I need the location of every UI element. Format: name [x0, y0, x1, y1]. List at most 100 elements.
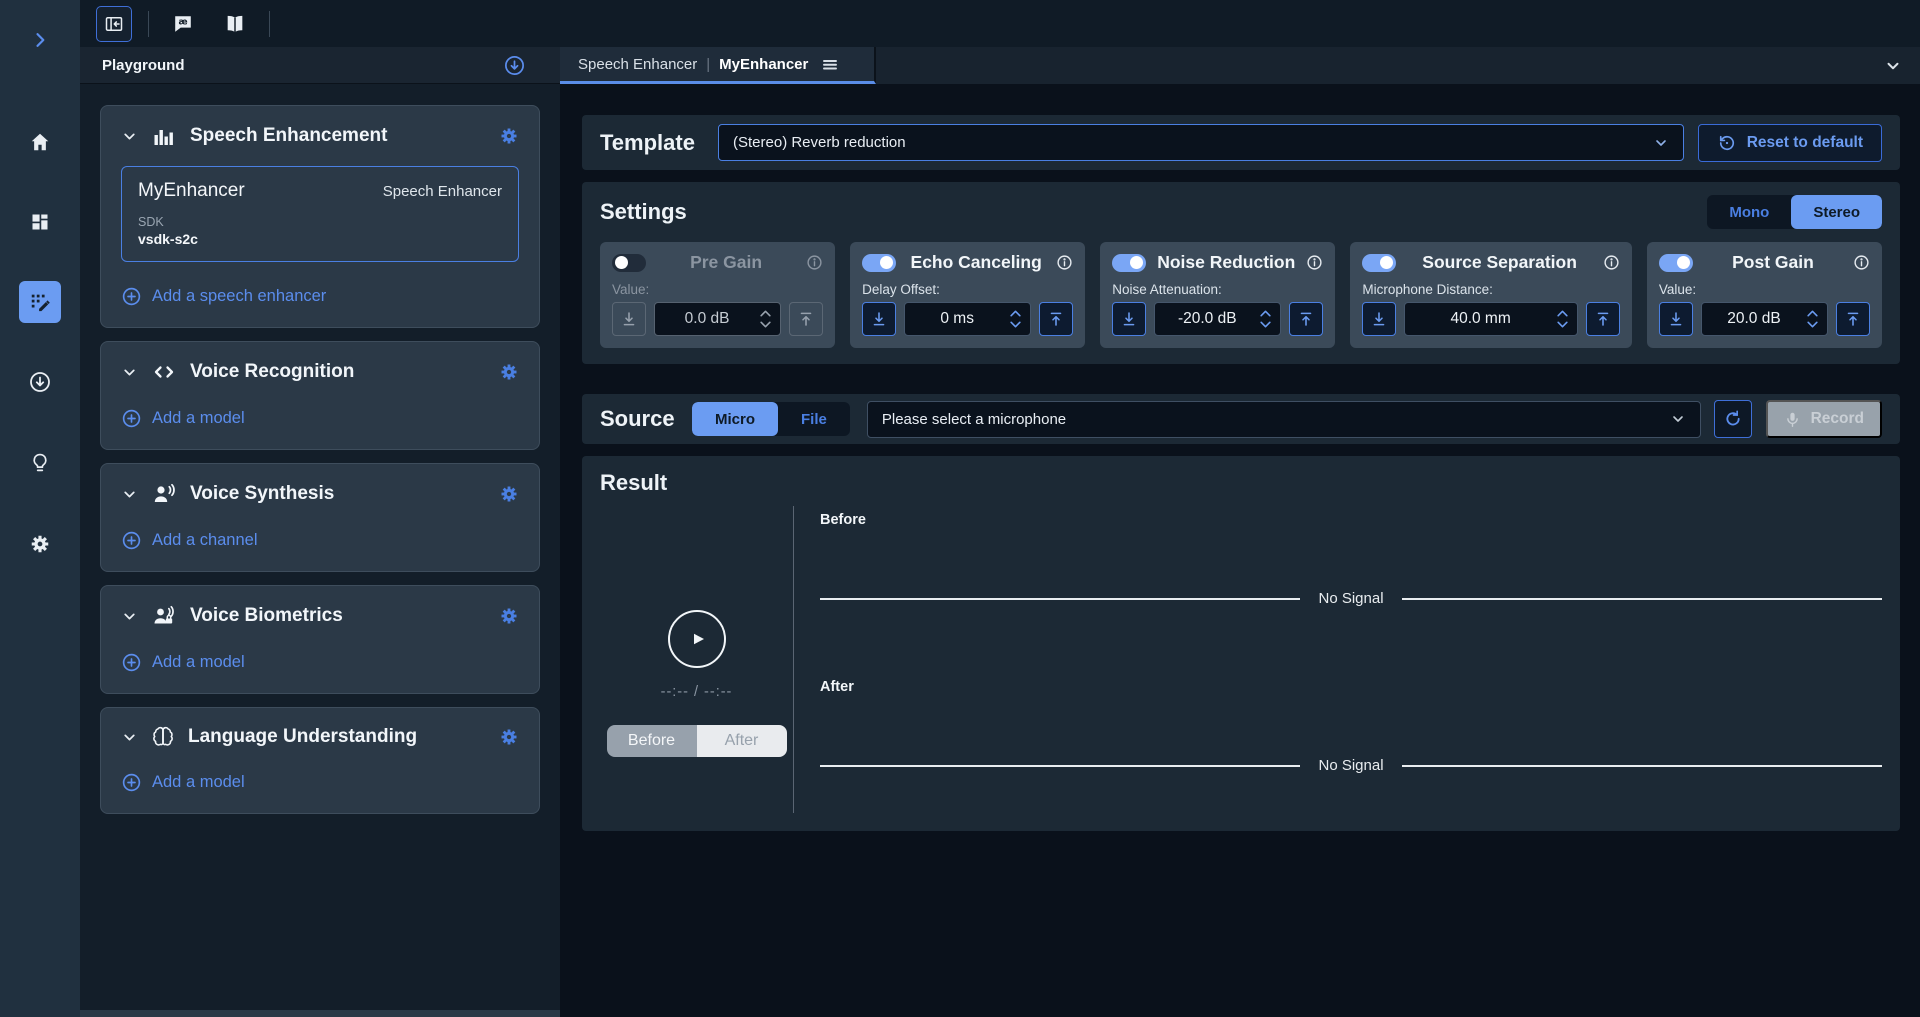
play-icon: [685, 627, 709, 651]
stepper[interactable]: [1259, 309, 1272, 329]
info-icon[interactable]: [806, 254, 823, 271]
section-voice-synthesis: Voice Synthesis Add a channel: [100, 463, 540, 572]
section-header[interactable]: Voice Recognition: [121, 360, 519, 384]
phonetics-button[interactable]: æ: [165, 6, 201, 42]
person-speaking-icon: [152, 482, 176, 506]
section-header[interactable]: Voice Biometrics: [121, 604, 519, 628]
chevron-down-icon[interactable]: [121, 486, 138, 503]
mono-button[interactable]: Mono: [1707, 195, 1791, 229]
add-model-link[interactable]: Add a model: [121, 408, 519, 429]
info-icon[interactable]: [1306, 254, 1323, 271]
set-min-button[interactable]: [612, 302, 646, 336]
set-min-button[interactable]: [862, 302, 896, 336]
rail-item-settings[interactable]: [19, 523, 61, 565]
record-button[interactable]: Record: [1766, 400, 1882, 438]
plus-circle-icon: [121, 772, 142, 793]
pre-gain-toggle[interactable]: [612, 254, 646, 272]
tab-name-label: MyEnhancer: [719, 56, 808, 73]
value-input[interactable]: -20.0 dB: [1154, 302, 1281, 336]
section-voice-recognition: Voice Recognition Add a model: [100, 341, 540, 450]
section-header[interactable]: Speech Enhancement: [121, 124, 519, 148]
setting-param-label: Noise Attenuation:: [1112, 282, 1323, 297]
file-button[interactable]: File: [778, 402, 850, 436]
set-min-button[interactable]: [1362, 302, 1396, 336]
tab-myenhancer[interactable]: Speech Enhancer | MyEnhancer: [560, 47, 876, 84]
value-input[interactable]: 0.0 dB: [654, 302, 781, 336]
section-gear-icon[interactable]: [499, 727, 519, 747]
section-gear-icon[interactable]: [499, 484, 519, 504]
enhancer-card-myenhancer[interactable]: MyEnhancer Speech Enhancer SDK vsdk-s2c: [121, 166, 519, 262]
add-link-label: Add a channel: [152, 531, 258, 550]
play-button[interactable]: [668, 610, 726, 668]
value-input[interactable]: 0 ms: [904, 302, 1031, 336]
waveform-line: [820, 598, 1300, 600]
template-select[interactable]: (Stereo) Reverb reduction: [718, 124, 1684, 161]
section-gear-icon[interactable]: [499, 606, 519, 626]
add-model-link[interactable]: Add a model: [121, 772, 519, 793]
download-circle-icon: [28, 370, 52, 394]
hamburger-menu-icon[interactable]: [821, 55, 839, 73]
chevron-down-icon[interactable]: [121, 608, 138, 625]
after-button[interactable]: After: [697, 725, 787, 757]
section-gear-icon[interactable]: [499, 126, 519, 146]
set-min-button[interactable]: [1112, 302, 1146, 336]
microphone-select[interactable]: Please select a microphone: [867, 401, 1701, 438]
value-input[interactable]: 40.0 mm: [1404, 302, 1578, 336]
info-icon[interactable]: [1853, 254, 1870, 271]
add-model-link[interactable]: Add a model: [121, 652, 519, 673]
tab-overflow-chevron-icon[interactable]: [1884, 57, 1902, 75]
set-max-button[interactable]: [1586, 302, 1620, 336]
section-header[interactable]: Language Understanding: [121, 726, 519, 748]
result-panel: Result --:-- / --:-- Before After Before: [582, 456, 1900, 831]
playground-export-button[interactable]: [503, 54, 526, 77]
reset-to-default-button[interactable]: Reset to default: [1698, 124, 1882, 162]
lightbulb-icon: [29, 452, 51, 474]
noise-reduction-toggle[interactable]: [1112, 254, 1146, 272]
rail-item-help[interactable]: [19, 442, 61, 484]
code-brackets-icon: [152, 360, 176, 384]
stereo-button[interactable]: Stereo: [1791, 195, 1882, 229]
source-separation-toggle[interactable]: [1362, 254, 1396, 272]
tab-bar: Speech Enhancer | MyEnhancer: [560, 47, 1920, 84]
plus-circle-icon: [121, 286, 142, 307]
refresh-devices-button[interactable]: [1714, 400, 1752, 438]
rail-item-download[interactable]: [19, 361, 61, 403]
info-icon[interactable]: [1603, 254, 1620, 271]
stepper[interactable]: [1806, 309, 1819, 329]
set-min-button[interactable]: [1659, 302, 1693, 336]
documentation-button[interactable]: [217, 6, 253, 42]
section-gear-icon[interactable]: [499, 362, 519, 382]
set-max-button[interactable]: [789, 302, 823, 336]
setting-param-label: Delay Offset:: [862, 282, 1073, 297]
section-header[interactable]: Voice Synthesis: [121, 482, 519, 506]
add-speech-enhancer-link[interactable]: Add a speech enhancer: [121, 286, 519, 307]
set-max-button[interactable]: [1289, 302, 1323, 336]
record-label: Record: [1811, 410, 1864, 428]
echo-canceling-toggle[interactable]: [862, 254, 896, 272]
before-button[interactable]: Before: [607, 725, 697, 757]
set-max-button[interactable]: [1836, 302, 1870, 336]
before-waveform-label: Before: [820, 512, 1882, 528]
micro-button[interactable]: Micro: [692, 402, 778, 436]
rail-item-playground[interactable]: [19, 281, 61, 323]
sidebar-expand-button[interactable]: [19, 19, 61, 61]
stepper[interactable]: [1009, 309, 1022, 329]
stepper[interactable]: [1556, 309, 1569, 329]
add-channel-link[interactable]: Add a channel: [121, 530, 519, 551]
rail-item-dashboard[interactable]: [19, 201, 61, 243]
rail-item-home[interactable]: [19, 121, 61, 163]
sdk-label: SDK: [138, 215, 502, 229]
setting-title: Post Gain: [1693, 252, 1853, 273]
post-gain-toggle[interactable]: [1659, 254, 1693, 272]
chevron-down-icon[interactable]: [121, 128, 138, 145]
value-input[interactable]: 20.0 dB: [1701, 302, 1828, 336]
set-max-button[interactable]: [1039, 302, 1073, 336]
main-area: Speech Enhancer | MyEnhancer Template (S…: [560, 47, 1920, 1017]
stepper[interactable]: [759, 309, 772, 329]
collapse-sidebar-button[interactable]: [96, 6, 132, 42]
enhancer-content: Template (Stereo) Reverb reduction Reset…: [560, 115, 1920, 831]
top-toolbar: æ: [80, 0, 1920, 47]
chevron-down-icon[interactable]: [121, 729, 138, 746]
info-icon[interactable]: [1056, 254, 1073, 271]
chevron-down-icon[interactable]: [121, 364, 138, 381]
